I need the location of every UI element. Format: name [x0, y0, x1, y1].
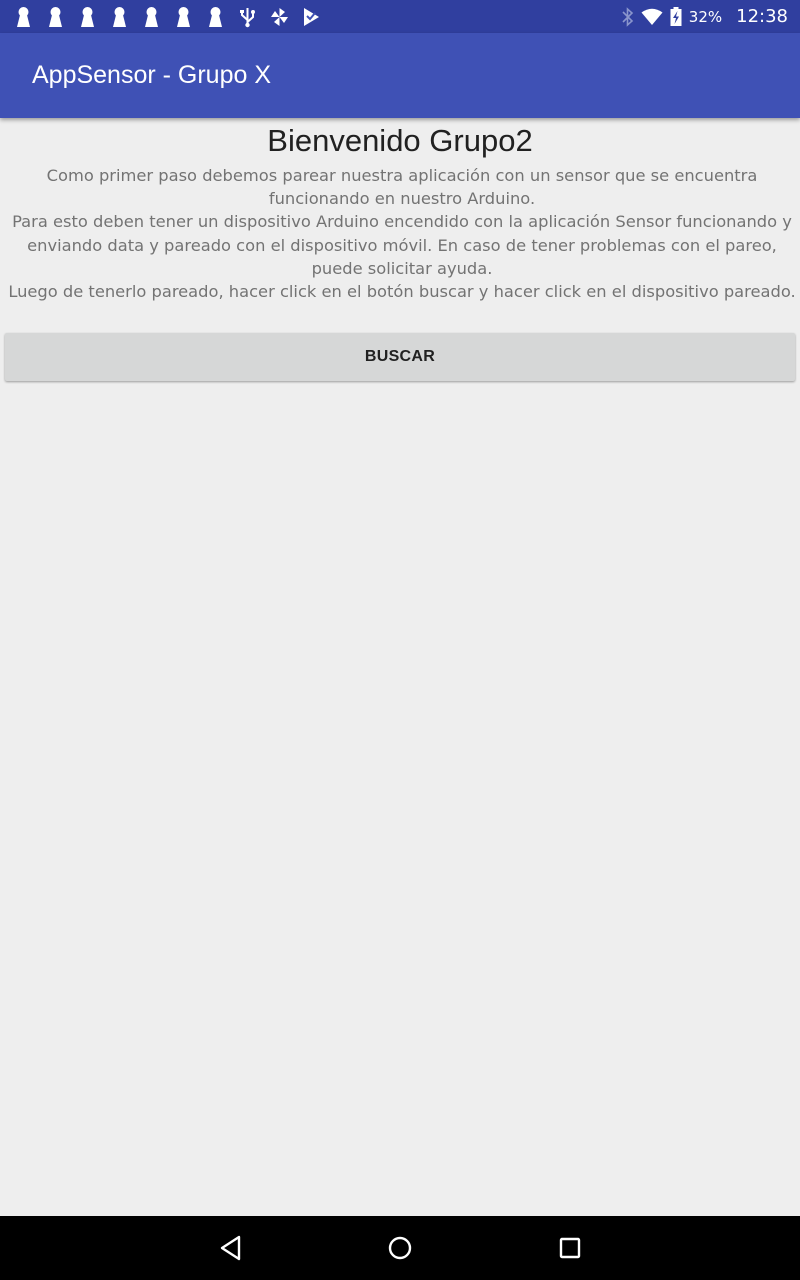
notification-icons [14, 6, 321, 28]
instructions-text: Como primer paso debemos parear nuestra … [4, 164, 800, 303]
keyhole-icon [209, 7, 222, 27]
recents-icon[interactable] [556, 1234, 584, 1262]
search-button[interactable]: BUSCAR [5, 333, 795, 381]
app-bar: AppSensor - Grupo X [0, 33, 800, 118]
back-icon[interactable] [217, 1234, 245, 1262]
instruction-paragraph: Como primer paso debemos parear nuestra … [46, 166, 758, 209]
wifi-icon [641, 8, 663, 25]
navigation-bar [0, 1216, 800, 1280]
home-icon[interactable] [386, 1234, 414, 1262]
main-content: Bienvenido Grupo2 Como primer paso debem… [0, 118, 800, 1216]
battery-charging-icon [670, 6, 682, 26]
keyhole-icon [49, 7, 62, 27]
usb-icon [240, 8, 255, 28]
instruction-paragraph: Para esto deben tener un dispositivo Ard… [12, 212, 792, 278]
instruction-paragraph: Luego de tenerlo pareado, hacer click en… [8, 282, 796, 302]
keyhole-icon [145, 7, 158, 27]
clock: 12:38 [736, 6, 788, 27]
check-flag-icon [304, 8, 319, 26]
battery-percentage: 32% [688, 7, 723, 26]
bluetooth-icon [622, 6, 633, 27]
keyhole-icon [177, 7, 190, 27]
keyhole-icon [17, 7, 30, 27]
status-bar: 32% 12:38 [0, 0, 800, 33]
keyhole-icon [81, 7, 94, 27]
keyhole-icon [113, 7, 126, 27]
app-title: AppSensor - Grupo X [32, 61, 272, 89]
welcome-heading: Bienvenido Grupo2 [267, 123, 533, 158]
pinwheel-icon [271, 8, 288, 26]
